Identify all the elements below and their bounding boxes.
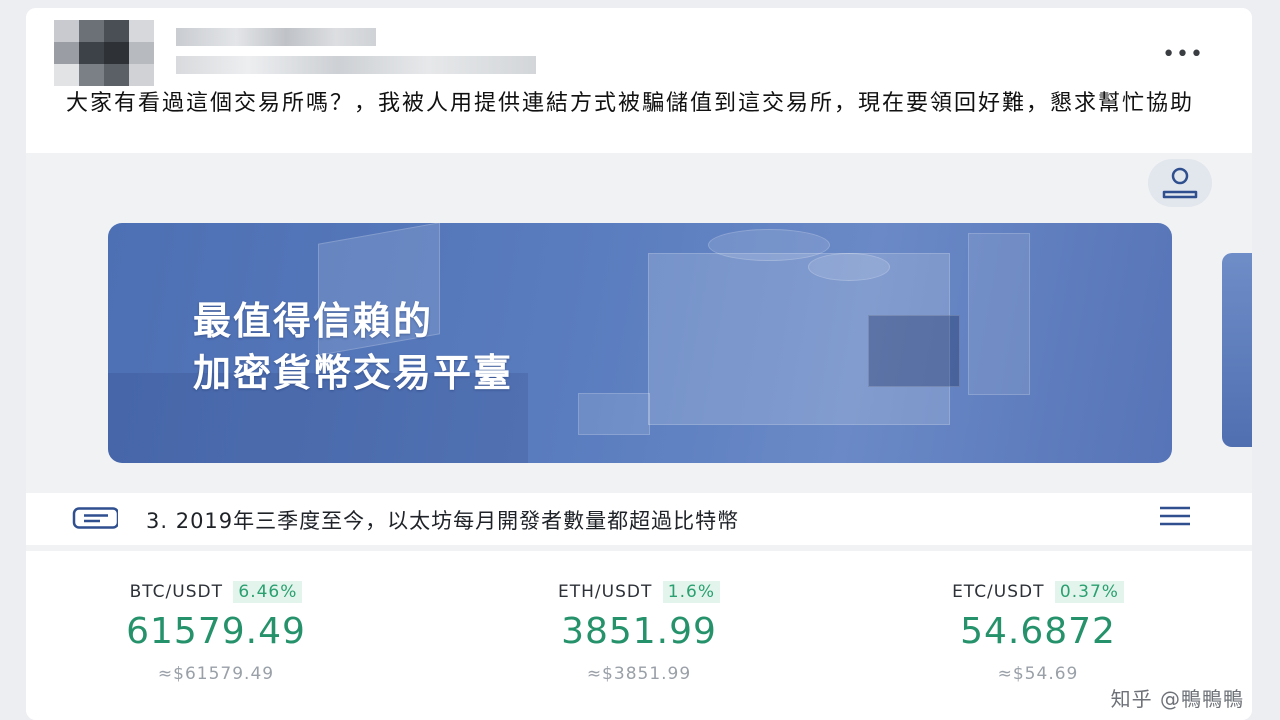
banner-illustration <box>708 229 830 261</box>
user-account-button[interactable] <box>1148 159 1212 207</box>
avatar[interactable] <box>54 20 154 86</box>
banner-illustration <box>868 315 960 387</box>
next-banner-peek[interactable] <box>1222 253 1252 447</box>
banner-illustration <box>578 393 650 435</box>
ticker-price: 61579.49 <box>126 611 306 652</box>
author-name-blurred[interactable] <box>176 28 376 46</box>
banner-illustration <box>808 253 890 281</box>
ticker-change: 6.46% <box>233 581 303 603</box>
ticker-pair: BTC/USDT <box>129 582 223 602</box>
ticker-usd-value: ≈$3851.99 <box>586 664 692 684</box>
screenshot-stage: ••• 大家有看過這個交易所嗎？，我被人用提供連結方式被騙儲值到這交易所，現在要… <box>0 0 1280 720</box>
post-header: ••• 大家有看過這個交易所嗎？，我被人用提供連結方式被騙儲值到這交易所，現在要… <box>26 8 1252 153</box>
banner-illustration <box>968 233 1030 395</box>
promo-banner[interactable]: 最值得信賴的 加密貨幣交易平臺 <box>108 223 1172 463</box>
more-horizontal-icon[interactable]: ••• <box>1162 44 1204 66</box>
social-post-card: ••• 大家有看過這個交易所嗎？，我被人用提供連結方式被騙儲值到這交易所，現在要… <box>26 8 1252 720</box>
ticker-price: 54.6872 <box>960 611 1116 652</box>
ticker-btc[interactable]: BTC/USDT 6.46% 61579.49 ≈$61579.49 <box>66 581 366 684</box>
menu-icon[interactable] <box>1158 503 1192 531</box>
announcement-bar[interactable]: 3. 2019年三季度至今，以太坊每月開發者數量都超過比特幣 <box>26 493 1252 545</box>
post-text: 大家有看過這個交易所嗎？，我被人用提供連結方式被騙儲值到這交易所，現在要領回好難… <box>66 91 1195 116</box>
ticker-eth[interactable]: ETH/USDT 1.6% 3851.99 ≈$3851.99 <box>489 581 789 684</box>
banner-line-1: 最值得信賴的 <box>193 299 434 343</box>
ticker-header: ETH/USDT 1.6% <box>489 581 789 603</box>
ticker-usd-value: ≈$61579.49 <box>157 664 275 684</box>
message-icon <box>72 507 118 529</box>
banner-headline: 最值得信賴的 加密貨幣交易平臺 <box>193 295 513 399</box>
ticker-change: 0.37% <box>1054 581 1124 603</box>
ticker-price: 3851.99 <box>561 611 717 652</box>
ticker-usd-value: ≈$54.69 <box>997 664 1079 684</box>
ticker-pair: ETH/USDT <box>558 582 653 602</box>
post-meta-blurred <box>176 56 536 74</box>
embedded-exchange-screenshot: 最值得信賴的 加密貨幣交易平臺 3. 2019年三季度至今，以太坊每月開發者數量… <box>26 153 1252 720</box>
ticker-change: 1.6% <box>662 581 720 603</box>
market-tickers: BTC/USDT 6.46% 61579.49 ≈$61579.49 ETH/U… <box>26 545 1252 720</box>
ticker-pair: ETC/USDT <box>952 582 1045 602</box>
banner-line-2: 加密貨幣交易平臺 <box>193 351 514 395</box>
banner-carousel[interactable]: 最值得信賴的 加密貨幣交易平臺 <box>26 223 1252 473</box>
user-icon <box>1162 167 1198 199</box>
announcement-text[interactable]: 3. 2019年三季度至今，以太坊每月開發者數量都超過比特幣 <box>146 505 739 535</box>
app-topbar <box>26 153 1252 223</box>
ticker-header: BTC/USDT 6.46% <box>66 581 366 603</box>
ticker-header: ETC/USDT 0.37% <box>888 581 1188 603</box>
ticker-etc[interactable]: ETC/USDT 0.37% 54.6872 ≈$54.69 <box>888 581 1188 684</box>
source-watermark: 知乎 @鴨鴨鴨 <box>1110 687 1244 711</box>
